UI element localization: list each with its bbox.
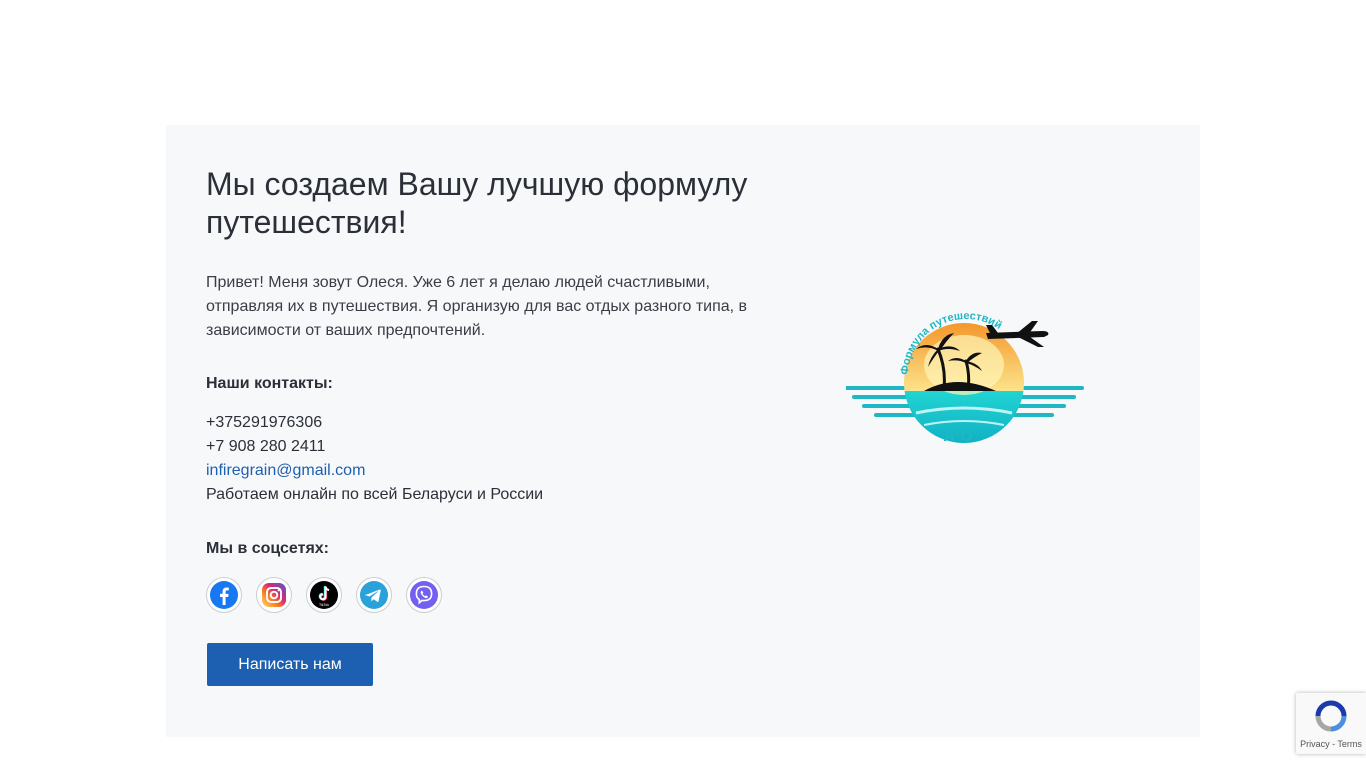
brand-logo: Формула путешествий A²O (844, 310, 1086, 453)
telegram-icon (360, 581, 388, 609)
tiktok-icon: TikTok (310, 581, 338, 609)
viber-link[interactable] (406, 577, 442, 613)
about-section: Мы создаем Вашу лучшую формулу путешеств… (166, 125, 1200, 737)
instagram-link[interactable] (256, 577, 292, 613)
instagram-icon (262, 583, 286, 607)
logo-badge: A²O (943, 428, 972, 445)
email-link[interactable]: infiregrain@gmail.com (206, 459, 706, 483)
facebook-link[interactable] (206, 577, 242, 613)
tiktok-label: TikTok (319, 603, 329, 607)
phone-primary: +375291976306 (206, 414, 323, 431)
contact-us-button[interactable]: Написать нам (207, 643, 373, 686)
social-heading: Мы в соцсетях: (206, 540, 329, 557)
contacts-block: +375291976306 +7 908 280 2411 infiregrai… (206, 411, 706, 507)
telegram-link[interactable] (356, 577, 392, 613)
recaptcha-badge[interactable]: Privacy - Terms (1296, 693, 1366, 754)
recaptcha-links[interactable]: Privacy - Terms (1296, 739, 1366, 749)
service-area-note: Работаем онлайн по всей Беларуси и Росси… (206, 486, 544, 503)
contacts-heading: Наши контакты: (206, 375, 333, 392)
social-links: TikTok (206, 577, 442, 613)
phone-secondary: +7 908 280 2411 (206, 438, 326, 455)
tiktok-link[interactable]: TikTok (306, 577, 342, 613)
intro-text: Привет! Меня зовут Олеся. Уже 6 лет я де… (206, 274, 748, 339)
viber-icon (410, 581, 438, 609)
recaptcha-icon (1315, 700, 1347, 732)
page-title: Мы создаем Вашу лучшую формулу путешеств… (206, 166, 748, 240)
facebook-icon (210, 581, 238, 609)
